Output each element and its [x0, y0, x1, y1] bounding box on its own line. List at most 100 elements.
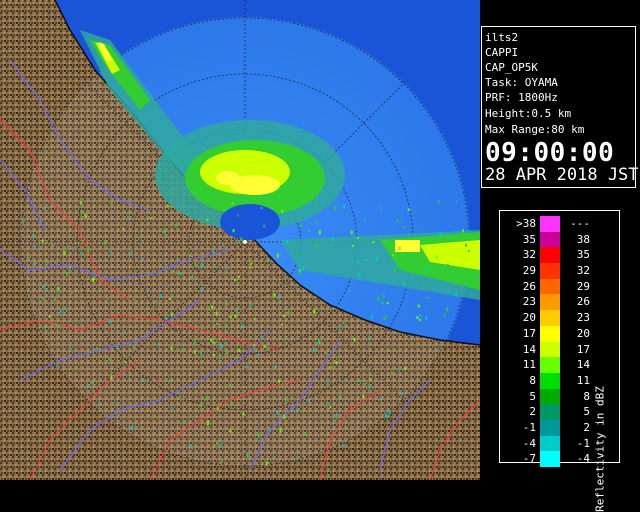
echo-pixel [263, 345, 266, 348]
legend-low-value: -1 [522, 420, 536, 434]
echo-pixel [194, 262, 197, 266]
echo-pixel [190, 254, 193, 258]
echo-pixel [282, 315, 285, 317]
echo-pixel [70, 292, 73, 295]
info-panel: ilts2 CAPPI CAP_OP5K Task: OYAMA PRF: 18… [481, 26, 639, 188]
echo-pixel [375, 257, 378, 261]
echo-pixel [27, 256, 30, 259]
echo-pixel [338, 325, 341, 330]
legend-high-value: 32 [576, 264, 590, 278]
observation-date: 28 APR 2018 JST [485, 165, 639, 185]
legend-color-swatch [540, 294, 560, 311]
echo-pixel [315, 221, 318, 225]
echo-pixel [257, 353, 260, 358]
echo-pixel [302, 266, 305, 271]
echo-pixel [364, 382, 367, 385]
legend-low-value: 5 [529, 389, 536, 403]
echo-pixel [157, 342, 160, 345]
echo-pixel [322, 244, 325, 248]
echo-pixel [141, 257, 144, 260]
echo-pixel [253, 344, 256, 346]
legend-low-value: >38 [516, 217, 536, 230]
legend-row: 20 23 [504, 310, 592, 326]
echo-pixel [31, 235, 34, 238]
echo-pixel [219, 444, 221, 448]
echo-pixel [131, 425, 134, 430]
echo-pixel [425, 316, 428, 320]
legend-row: -7 -4 [504, 451, 592, 467]
echo-pixel [436, 348, 439, 351]
echo-pixel [353, 337, 356, 342]
echo-pixel [368, 338, 371, 341]
legend-row: 32 35 [504, 247, 592, 264]
echo-pixel [170, 346, 173, 350]
legend-color-swatch [540, 263, 560, 279]
echo-pixel [225, 266, 228, 270]
echo-pixel [176, 258, 179, 261]
echo-pixel [181, 348, 184, 352]
legend-low-value: 17 [522, 326, 536, 340]
echo-pixel [55, 261, 58, 264]
echo-pixel [446, 307, 449, 312]
echo-pixel [268, 428, 271, 432]
echo-pixel [404, 366, 406, 370]
echo-pixel [320, 258, 323, 263]
echo-pixel [379, 398, 382, 401]
echo-pixel [163, 229, 166, 234]
legend-low-value: -4 [522, 436, 536, 450]
legend-color-swatch [540, 278, 560, 295]
echo-pixel [398, 368, 401, 371]
echo-pixel [455, 292, 458, 297]
legend-row: -4 -1 [504, 435, 592, 452]
echo-pixel [42, 298, 45, 301]
legend-color-swatch [540, 435, 560, 452]
echo-pixel [377, 296, 380, 301]
echo-pixel [216, 225, 219, 228]
echo-pixel [201, 326, 204, 330]
legend-high-value: -1 [576, 436, 590, 450]
echo-pixel [370, 315, 373, 320]
echo-pixel [238, 275, 241, 278]
legend-high-value: 23 [576, 311, 590, 325]
echo-pixel [30, 299, 33, 302]
echo-pixel [215, 311, 218, 316]
echo-pixel [39, 219, 42, 222]
echo-pixel [171, 313, 174, 317]
echo-pixel [241, 324, 244, 329]
echo-pixel [69, 346, 72, 351]
echo-pixel [245, 364, 248, 369]
echo-pixel [58, 291, 61, 294]
echo-pixel [467, 249, 470, 252]
echo-pixel [435, 255, 438, 260]
echo-pixel [418, 318, 421, 321]
legend-low-value: 29 [522, 264, 536, 278]
echo-pixel [221, 442, 223, 445]
product-name: CAPPI [485, 46, 519, 59]
legend-high-value: 17 [576, 342, 590, 356]
echo-pixel [386, 236, 389, 240]
echo-pixel [171, 407, 174, 411]
echo-pixel [179, 395, 182, 398]
echo-pixel [130, 250, 133, 255]
echo-pixel [234, 279, 237, 282]
echo-pixel [165, 316, 168, 321]
echo-pixel [295, 217, 298, 221]
legend-high-value: 14 [576, 358, 590, 372]
radar-map[interactable] [0, 0, 480, 480]
echo-pixel [253, 347, 256, 351]
echo-pixel [318, 230, 321, 235]
echo-pixel [46, 259, 49, 264]
echo-pixel [41, 239, 44, 243]
echo-pixel [422, 286, 425, 289]
legend-color-swatch [540, 372, 560, 389]
echo-pixel [443, 313, 446, 317]
echo-pixel [391, 254, 394, 257]
echo-pixel [380, 206, 382, 210]
echo-pixel [212, 341, 215, 344]
echo-pixel [51, 244, 54, 247]
legend-row: 26 29 [504, 278, 592, 295]
legend-low-value: 8 [529, 373, 536, 387]
legend-high-value: 8 [583, 389, 590, 403]
echo-pixel [358, 379, 361, 383]
legend-row: -1 2 [504, 419, 592, 436]
